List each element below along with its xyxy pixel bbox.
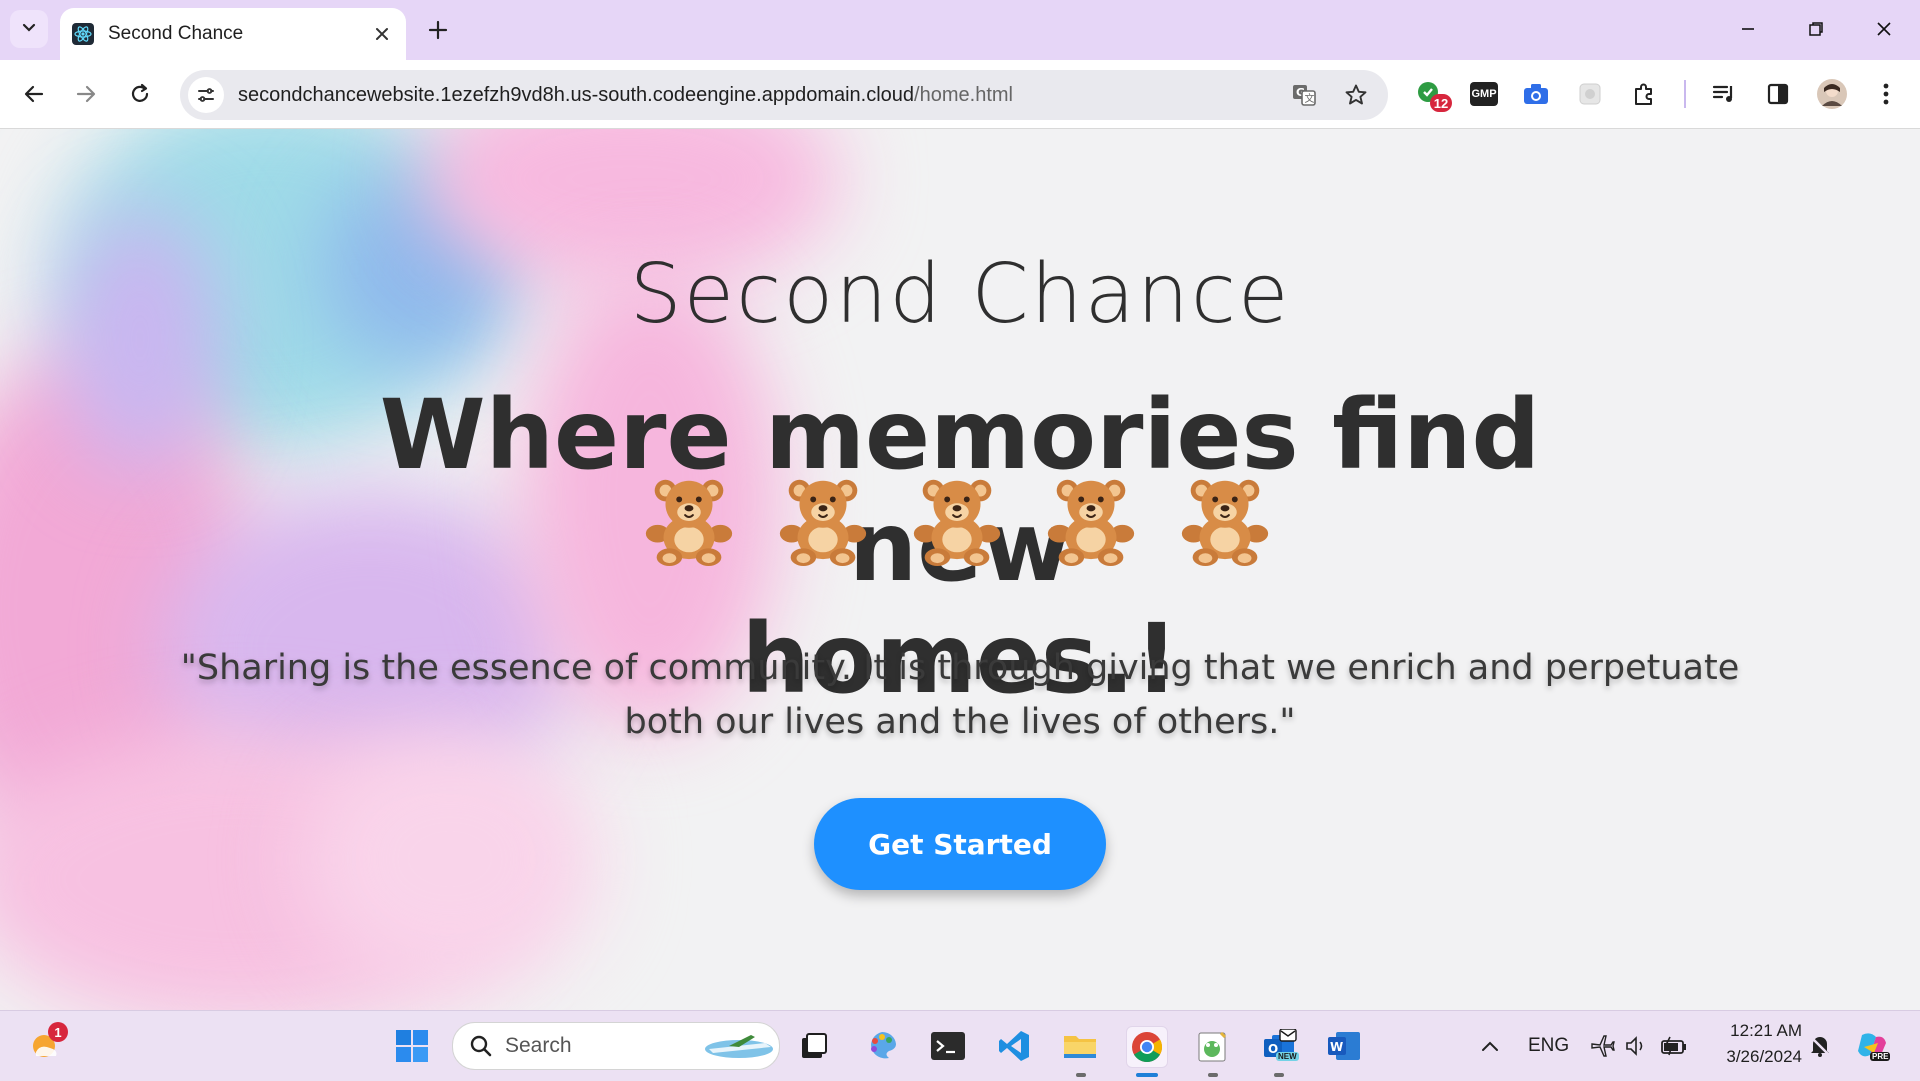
page-content: Second Chance Where memories find new ho… <box>0 129 1920 1010</box>
reload-icon[interactable] <box>120 74 160 114</box>
word-app-icon[interactable]: W <box>1324 1026 1364 1066</box>
bookmark-star-icon[interactable] <box>1338 77 1374 113</box>
quote-line-1: "Sharing is the essence of community. It… <box>180 648 1740 688</box>
get-started-button[interactable]: Get Started <box>814 798 1106 890</box>
tab-title: Second Chance <box>108 23 244 44</box>
outlook-new-app-icon[interactable]: O NEW <box>1260 1026 1300 1066</box>
task-view-icon[interactable] <box>794 1026 834 1066</box>
search-highlight-airplane-icon <box>699 1029 775 1067</box>
chrome-app-icon[interactable] <box>1126 1026 1168 1068</box>
address-bar[interactable]: secondchancewebsite.1ezefzh9vd8h.us-sout… <box>180 70 1388 120</box>
terminal-app-icon[interactable] <box>928 1026 968 1066</box>
paint-app-icon[interactable] <box>862 1026 902 1066</box>
search-placeholder: Search <box>505 1034 572 1057</box>
react-logo-icon <box>72 23 94 45</box>
copilot-preview-badge: PRE <box>1870 1052 1891 1061</box>
url-text[interactable]: secondchancewebsite.1ezefzh9vd8h.us-sout… <box>238 84 1013 107</box>
svg-text:W: W <box>1330 1040 1343 1054</box>
outlook-new-badge: NEW <box>1276 1052 1299 1061</box>
volume-icon[interactable] <box>1616 1026 1656 1066</box>
file-explorer-icon[interactable] <box>1060 1026 1100 1066</box>
side-panel-icon[interactable] <box>1760 76 1796 112</box>
search-icon <box>469 1034 493 1058</box>
language-indicator[interactable]: ENG <box>1528 1035 1569 1057</box>
url-host: secondchancewebsite.1ezefzh9vd8h.us-sout… <box>238 83 915 106</box>
profile-avatar[interactable] <box>1814 76 1850 112</box>
chevron-down-icon <box>21 19 37 39</box>
restore-icon[interactable] <box>1784 6 1848 52</box>
close-window-icon[interactable] <box>1852 6 1916 52</box>
media-controls-icon[interactable] <box>1706 76 1742 112</box>
tab-strip: Second Chance <box>0 0 1920 60</box>
back-arrow-icon[interactable] <box>14 74 54 114</box>
explorer-running-indicator <box>1076 1073 1086 1077</box>
quote-line-2: both our lives and the lives of others." <box>624 702 1296 742</box>
camera-extension-icon[interactable] <box>1518 76 1554 112</box>
taskbar-search-box[interactable]: Search <box>452 1022 780 1070</box>
teddy-bear-emoji <box>774 469 872 567</box>
site-info-tune-icon[interactable] <box>188 77 224 113</box>
extensions-puzzle-icon[interactable] <box>1626 76 1662 112</box>
weather-badge: 1 <box>48 1022 68 1042</box>
show-hidden-icons-chevron-icon[interactable] <box>1470 1026 1510 1066</box>
teddy-bear-row <box>640 469 1274 567</box>
tab-search-button[interactable] <box>10 10 48 48</box>
url-path: /home.html <box>914 83 1013 106</box>
minimize-icon[interactable] <box>1716 6 1780 52</box>
extension-green-icon[interactable]: 12 <box>1412 76 1452 112</box>
teddy-bear-emoji <box>640 469 738 567</box>
svg-text:文: 文 <box>1305 92 1315 105</box>
more-menu-icon[interactable] <box>1868 76 1904 112</box>
brand-title: Second Chance <box>629 247 1291 342</box>
close-tab-icon[interactable] <box>368 20 396 48</box>
community-quote: "Sharing is the essence of community. It… <box>150 641 1770 749</box>
notepad-running-indicator <box>1208 1073 1218 1077</box>
gmp-label: GMP <box>1470 82 1498 106</box>
grey-extension-icon[interactable] <box>1572 76 1608 112</box>
outlook-running-indicator <box>1274 1073 1284 1077</box>
notifications-icon[interactable] <box>1800 1026 1840 1066</box>
battery-icon[interactable] <box>1654 1026 1694 1066</box>
extension-badge: 12 <box>1430 94 1452 112</box>
new-tab-plus-icon[interactable] <box>420 12 456 48</box>
start-windows-icon[interactable] <box>392 1026 432 1066</box>
notepad-frog-app-icon[interactable] <box>1192 1026 1232 1066</box>
browser-toolbar: secondchancewebsite.1ezefzh9vd8h.us-sout… <box>0 60 1920 129</box>
clock-time[interactable]: 12:21 AM <box>1710 1021 1802 1041</box>
toolbar-divider <box>1684 80 1686 108</box>
vscode-app-icon[interactable] <box>994 1026 1034 1066</box>
clock-date[interactable]: 3/26/2024 <box>1702 1047 1802 1067</box>
teddy-bear-emoji <box>1176 469 1274 567</box>
teddy-bear-emoji <box>908 469 1006 567</box>
active-tab[interactable]: Second Chance <box>60 8 406 60</box>
chrome-active-indicator <box>1136 1073 1158 1077</box>
teddy-bear-emoji <box>1042 469 1140 567</box>
forward-arrow-icon[interactable] <box>66 74 106 114</box>
weather-widget-icon[interactable]: 1 <box>26 1022 68 1066</box>
copilot-icon[interactable]: PRE <box>1852 1026 1892 1066</box>
windows-taskbar: 1 Search O NEW W ENG 12:21 AM 3/26/2024 … <box>0 1010 1920 1081</box>
gmp-extension-icon[interactable]: GMP <box>1466 76 1502 112</box>
translate-icon[interactable]: G文 <box>1286 77 1322 113</box>
